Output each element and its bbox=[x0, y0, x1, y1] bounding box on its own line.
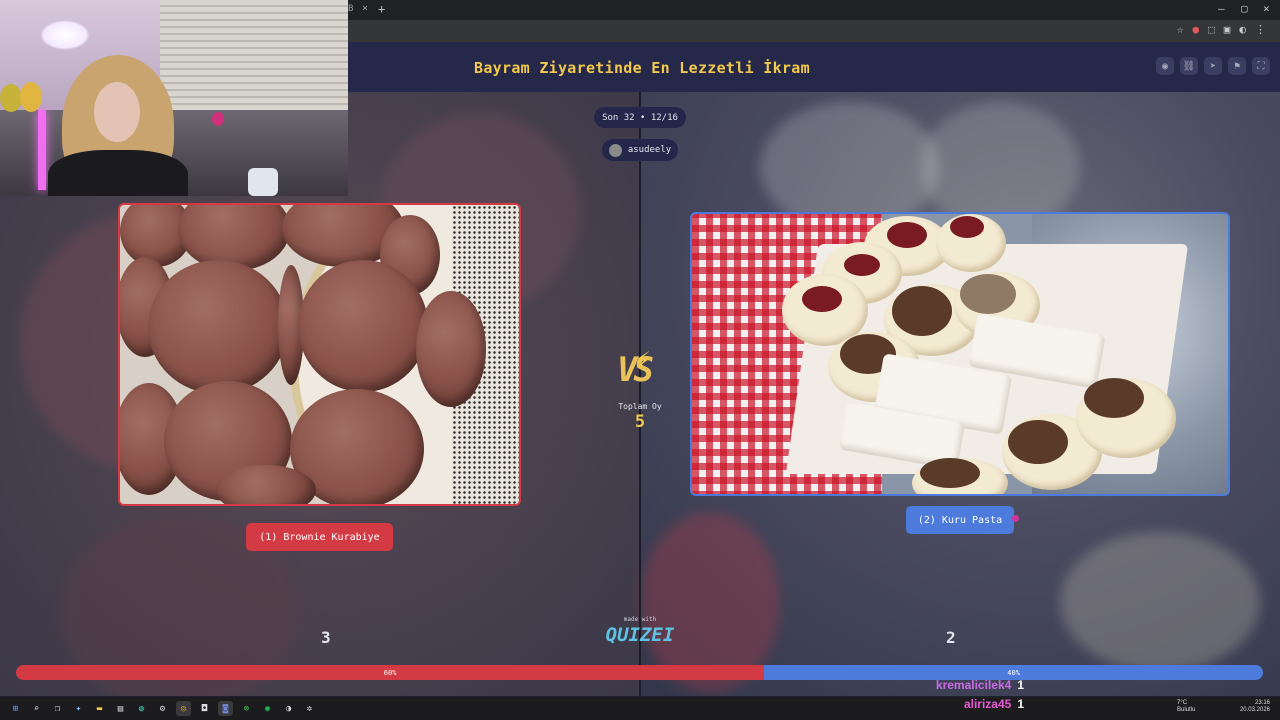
ceiling-light bbox=[40, 20, 90, 50]
choice-image-left[interactable] bbox=[118, 203, 521, 506]
header-actions: ◉ ⛓ ➤ ⚑ ⛶ bbox=[1156, 57, 1270, 75]
extension-icon[interactable]: ● bbox=[1193, 23, 1200, 36]
window-blinds bbox=[160, 0, 348, 110]
camera-icon[interactable]: ◘ bbox=[197, 701, 212, 716]
choice-image-right[interactable] bbox=[690, 212, 1230, 496]
choice-label-left: (1) Brownie Kurabiye bbox=[259, 531, 380, 543]
new-tab-button[interactable]: + bbox=[378, 2, 385, 16]
quizei-logo[interactable]: QUIZEI bbox=[590, 624, 690, 646]
tab-close-icon[interactable]: × bbox=[362, 3, 368, 14]
lightning-icon: ⚡ bbox=[635, 345, 651, 375]
link-icon[interactable]: ⛓ bbox=[1180, 57, 1198, 75]
result-bar-left: 60% bbox=[16, 665, 765, 680]
xbox-icon[interactable]: ⊗ bbox=[239, 701, 254, 716]
clock-time: 23:16 bbox=[1254, 700, 1270, 706]
creator-username: asudeely bbox=[627, 145, 672, 155]
discord-icon[interactable]: ◙ bbox=[218, 701, 233, 716]
tab-title[interactable]: B bbox=[348, 4, 353, 14]
mouse-cursor bbox=[1012, 515, 1019, 522]
store-icon[interactable]: ▤ bbox=[113, 701, 128, 716]
taskview-icon[interactable]: ❐ bbox=[50, 701, 65, 716]
clock-date: 20.03.2026 bbox=[1239, 707, 1270, 713]
round-label: Son 32 • 12/16 bbox=[602, 112, 678, 123]
result-bar: 60% 40% bbox=[16, 665, 1263, 680]
gear-icon[interactable]: ✲ bbox=[302, 701, 317, 716]
avatar bbox=[608, 143, 622, 157]
chat-username: kremalicilek4 bbox=[935, 678, 1012, 692]
send-icon[interactable]: ➤ bbox=[1204, 57, 1222, 75]
streamer-face bbox=[94, 82, 140, 142]
creator-pill[interactable]: asudeely bbox=[602, 139, 678, 161]
puzzle-icon[interactable]: ▣ bbox=[1224, 23, 1231, 36]
minimize-button[interactable]: – bbox=[1218, 2, 1225, 15]
percent-left: 60% bbox=[383, 668, 397, 677]
profile-icon[interactable]: ◐ bbox=[1239, 23, 1246, 36]
explorer-icon[interactable]: ▬ bbox=[92, 701, 107, 716]
percent-right: 40% bbox=[1007, 668, 1020, 677]
webcam-overlay bbox=[0, 0, 348, 196]
windows-icon[interactable]: ⊞ bbox=[8, 701, 23, 716]
close-window-button[interactable]: × bbox=[1263, 2, 1270, 15]
total-votes-label: Toplam Oy bbox=[618, 402, 662, 411]
chat-vote: 1 bbox=[1017, 697, 1024, 711]
weather-desc: Bulutlu bbox=[1177, 707, 1196, 713]
eye-icon[interactable]: ◉ bbox=[1156, 57, 1174, 75]
chat-username: aliriza45 bbox=[963, 697, 1012, 711]
flag-icon[interactable]: ⚑ bbox=[1228, 57, 1246, 75]
chat-entry: aliriza45 1 bbox=[964, 697, 1024, 711]
star-icon[interactable]: ☆ bbox=[1177, 23, 1184, 36]
system-clock[interactable]: 23:16 20.03.2026 bbox=[1236, 700, 1270, 714]
download-icon[interactable]: ⬚ bbox=[1208, 23, 1215, 36]
steam-icon[interactable]: ◑ bbox=[281, 701, 296, 716]
settings-icon[interactable]: ⚙ bbox=[155, 701, 170, 716]
search-icon[interactable]: ⌕ bbox=[29, 701, 44, 716]
round-indicator: Son 32 • 12/16 bbox=[594, 107, 686, 128]
chrome-icon[interactable]: ◎ bbox=[176, 701, 191, 716]
fullscreen-icon[interactable]: ⛶ bbox=[1252, 57, 1270, 75]
copilot-icon[interactable]: ✦ bbox=[71, 701, 86, 716]
total-votes-value: 5 bbox=[634, 412, 646, 432]
edge-icon[interactable]: ◍ bbox=[134, 701, 149, 716]
chat-vote: 1 bbox=[1017, 678, 1024, 692]
weather-temp: 7°C bbox=[1177, 700, 1188, 706]
menu-icon[interactable]: ⋮ bbox=[1255, 23, 1266, 36]
page-title: Bayram Ziyaretinde En Lezzetli İkram bbox=[474, 59, 810, 77]
choice-label-right: (2) Kuru Pasta bbox=[917, 514, 1003, 526]
maximize-button[interactable]: ▢ bbox=[1241, 2, 1248, 15]
weather-widget[interactable]: 7°C Bulutlu bbox=[1163, 700, 1195, 714]
neon-light bbox=[38, 110, 46, 190]
taskbar: ⊞ ⌕ ❐ ✦ ▬ ▤ ◍ ⚙ ◎ ◘ ◙ ⊗ ◉ ◑ ✲ bbox=[0, 697, 1280, 720]
vote-count-left: 3 bbox=[321, 628, 331, 647]
choice-button-left[interactable]: (1) Brownie Kurabiye bbox=[246, 523, 393, 551]
chat-entry: kremalicilek4 1 bbox=[936, 678, 1024, 692]
made-with-label: made with bbox=[623, 616, 657, 623]
streamer-body bbox=[48, 150, 188, 196]
choice-button-right[interactable]: (2) Kuru Pasta bbox=[906, 506, 1014, 534]
vote-count-right: 2 bbox=[946, 628, 956, 647]
spotify-icon[interactable]: ◉ bbox=[260, 701, 275, 716]
center-divider bbox=[639, 92, 641, 696]
